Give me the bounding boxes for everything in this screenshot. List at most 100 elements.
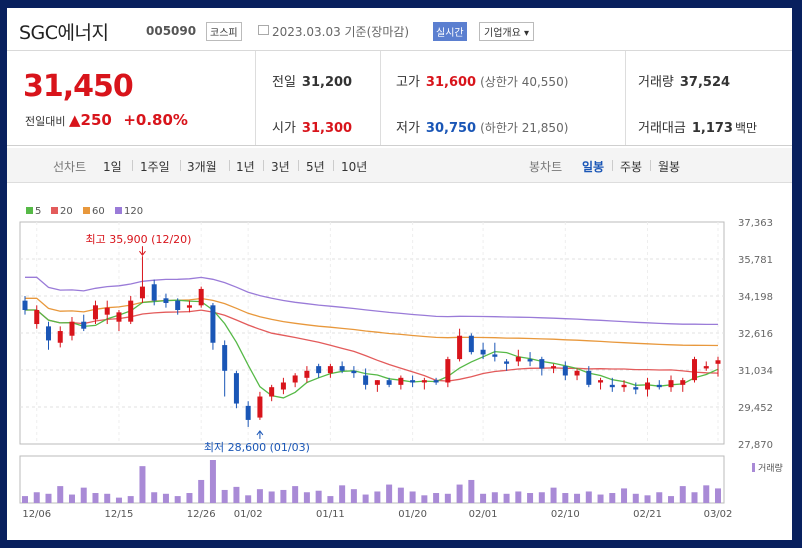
candle-body <box>468 335 474 353</box>
candle-body <box>504 361 510 364</box>
candle-body <box>222 345 228 371</box>
volume-bar <box>679 486 686 503</box>
candle-body <box>492 354 498 357</box>
y-tick-label: 27,870 <box>738 440 773 451</box>
legend-label: 120 <box>124 206 143 217</box>
volume-bar <box>433 493 440 503</box>
candle-body <box>316 366 322 374</box>
y-tick-label: 32,616 <box>738 329 773 340</box>
candle-body <box>245 405 251 420</box>
candle-body <box>269 387 275 397</box>
volume-bar <box>209 460 216 503</box>
legend-label: 5 <box>35 206 41 217</box>
candle-body <box>668 380 674 388</box>
candle-body <box>692 359 698 381</box>
volume-bar <box>339 485 346 503</box>
candle-body <box>163 298 169 303</box>
volume-bar <box>691 492 698 503</box>
annotation-low: 최저 28,600 (01/03) <box>204 441 310 454</box>
candle-body <box>398 377 404 385</box>
volume-bar <box>303 492 310 503</box>
volume-bar <box>68 494 75 503</box>
candle-body <box>292 375 298 383</box>
volume-bar <box>456 484 463 503</box>
volume-bar <box>585 491 592 503</box>
legend-swatch <box>26 207 33 214</box>
candle-body <box>598 380 604 383</box>
annotation-high: 최고 35,900 (12/20) <box>85 233 191 246</box>
candle-body <box>433 380 439 383</box>
x-tick-label: 12/15 <box>105 509 134 520</box>
candle-body <box>656 384 662 388</box>
volume-bar <box>92 493 99 503</box>
candle-body <box>34 310 40 325</box>
volume-bar <box>562 493 569 503</box>
x-tick-label: 02/01 <box>469 509 498 520</box>
candle-body <box>351 370 357 374</box>
y-tick-label: 31,034 <box>738 366 773 377</box>
volume-bar <box>715 488 721 503</box>
legend-label: 60 <box>92 206 105 217</box>
candle-body <box>198 288 204 306</box>
candle-body <box>539 359 545 369</box>
candle-body <box>116 312 122 322</box>
candle-body <box>57 331 63 343</box>
volume-bar <box>397 487 404 503</box>
candle-body <box>480 349 486 355</box>
volume-bar <box>644 495 651 503</box>
x-tick-label: 01/02 <box>234 509 263 520</box>
volume-plot-frame <box>19 455 725 504</box>
volume-legend-swatch <box>752 463 755 472</box>
volume-bar <box>45 493 52 503</box>
volume-bar <box>550 487 557 503</box>
volume-bar <box>703 485 710 503</box>
x-tick-label: 12/06 <box>22 509 51 520</box>
volume-bar <box>292 486 299 503</box>
legend-swatch <box>83 207 90 214</box>
volume-bar <box>350 489 357 503</box>
volume-bar <box>668 496 675 503</box>
candle-body <box>139 286 145 299</box>
legend-label: 20 <box>60 206 73 217</box>
x-tick-label: 03/02 <box>704 509 733 520</box>
volume-bar <box>22 496 28 503</box>
volume-bar <box>139 466 146 503</box>
candle-body <box>527 359 533 362</box>
x-tick-label: 01/20 <box>398 509 427 520</box>
volume-bar <box>515 491 522 503</box>
volume-bar <box>574 493 581 503</box>
candle-body <box>421 380 427 383</box>
y-tick-label: 29,452 <box>738 403 773 414</box>
volume-bar <box>444 493 451 503</box>
x-tick-label: 02/10 <box>551 509 580 520</box>
volume-bar <box>421 495 428 503</box>
volume-bar <box>174 496 181 503</box>
candle-body <box>645 382 651 390</box>
volume-bar <box>268 491 275 503</box>
candle-body <box>257 396 263 418</box>
candle-body <box>609 384 615 388</box>
candle-body <box>363 375 369 385</box>
candle-body <box>45 326 51 341</box>
volume-bar <box>374 491 381 503</box>
candle-body <box>304 370 310 378</box>
candle-body <box>186 305 192 308</box>
x-tick-label: 12/26 <box>187 509 216 520</box>
volume-bar <box>597 494 604 503</box>
candle-body <box>680 380 686 385</box>
candle-body <box>233 373 239 404</box>
x-tick-label: 02/21 <box>633 509 662 520</box>
volume-bar <box>621 488 628 503</box>
volume-bar <box>245 495 252 503</box>
candle-body <box>339 366 345 371</box>
candle-body <box>128 300 134 322</box>
volume-bar <box>256 489 263 503</box>
candle-body <box>69 321 75 336</box>
volume-bar <box>386 484 393 503</box>
candlestick-chart: 37,363 35,781 34,198 32,616 31,034 29,452 27,8… <box>19 206 783 520</box>
candle-body <box>633 387 639 390</box>
candle-body <box>445 359 451 383</box>
candle-body <box>104 307 110 315</box>
volume-bar <box>632 493 639 503</box>
x-tick-label: 01/11 <box>316 509 345 520</box>
